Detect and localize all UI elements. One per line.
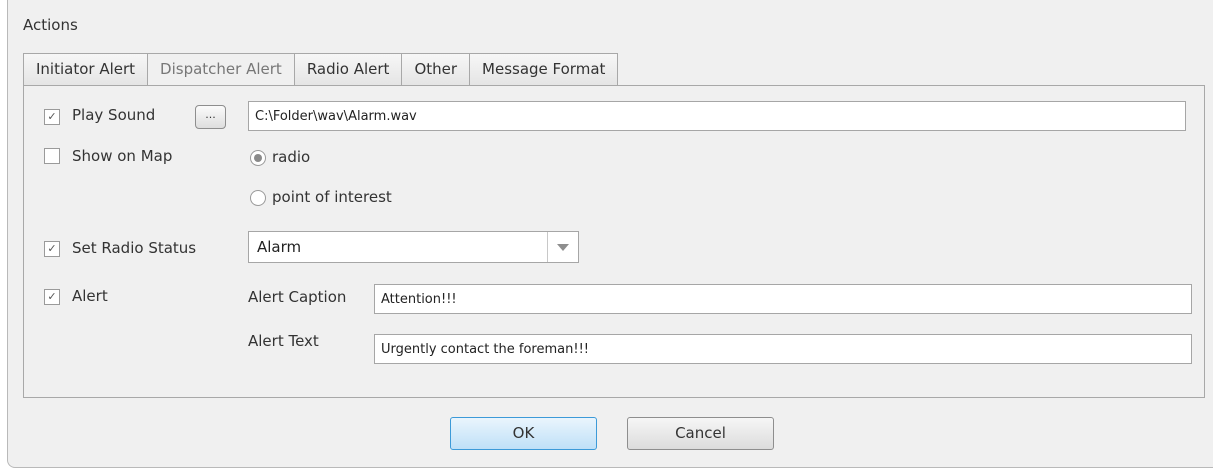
radio-status-value: Alarm	[257, 238, 302, 256]
dropdown-separator	[547, 232, 548, 262]
tab-initiator-alert[interactable]: Initiator Alert	[23, 53, 149, 86]
alert-caption-input[interactable]: Attention!!!	[374, 284, 1192, 314]
section-title: Actions	[23, 16, 78, 34]
actions-dialog: Actions Initiator Alert Dispatcher Alert…	[7, 0, 1213, 468]
tab-dispatcher-alert[interactable]: Dispatcher Alert	[147, 53, 295, 86]
play-sound-checkbox[interactable]: ✓	[44, 109, 60, 125]
sound-path-field[interactable]: C:\Folder\wav\Alarm.wav	[248, 101, 1186, 131]
show-on-map-label: Show on Map	[72, 147, 173, 165]
tab-message-format[interactable]: Message Format	[469, 53, 619, 86]
radio-status-dropdown[interactable]: Alarm	[248, 231, 579, 263]
check-icon: ✓	[47, 110, 57, 123]
set-radio-status-label: Set Radio Status	[72, 239, 197, 257]
alert-label: Alert	[72, 287, 108, 305]
radio-option-radio[interactable]	[250, 150, 266, 166]
alert-checkbox[interactable]: ✓	[44, 289, 60, 305]
ellipsis-icon: ...	[205, 108, 216, 121]
tab-radio-alert[interactable]: Radio Alert	[293, 53, 403, 86]
check-icon: ✓	[47, 242, 57, 255]
radio-option-radio-label: radio	[272, 148, 311, 166]
browse-button[interactable]: ...	[195, 105, 226, 129]
show-on-map-checkbox[interactable]	[44, 148, 60, 164]
alert-text-label: Alert Text	[248, 332, 319, 350]
tab-strip: Initiator Alert Dispatcher Alert Radio A…	[23, 53, 619, 86]
play-sound-label: Play Sound	[72, 106, 156, 124]
cancel-button[interactable]: Cancel	[627, 417, 774, 450]
ok-button[interactable]: OK	[450, 417, 597, 450]
set-radio-status-checkbox[interactable]: ✓	[44, 241, 60, 257]
alert-caption-label: Alert Caption	[248, 288, 347, 306]
chevron-down-icon[interactable]	[557, 244, 569, 251]
radio-option-point-of-interest[interactable]	[250, 190, 266, 206]
radio-selected-dot	[254, 154, 262, 162]
radio-option-point-of-interest-label: point of interest	[272, 188, 392, 206]
alert-text-input[interactable]: Urgently contact the foreman!!!	[374, 334, 1192, 364]
tab-other[interactable]: Other	[401, 53, 471, 86]
check-icon: ✓	[47, 290, 57, 303]
tab-panel: ✓ Play Sound ... C:\Folder\wav\Alarm.wav…	[23, 85, 1205, 398]
